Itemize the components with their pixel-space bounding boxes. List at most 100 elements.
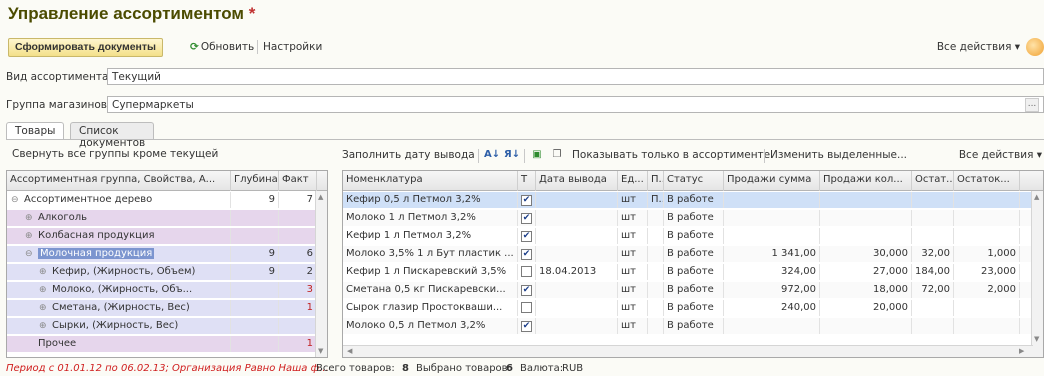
tree-row[interactable]: ⊕ Алкоголь [7, 210, 317, 226]
grid-all-actions-menu[interactable]: Все действия ▾ [959, 149, 1042, 161]
goods-cell-rest2[interactable] [954, 300, 1020, 316]
in-assortment-checkbox[interactable]: ✔ [521, 213, 532, 224]
goods-cell-rest1[interactable]: 184,00 [912, 264, 954, 280]
goods-row[interactable]: Молоко 3,5% 1 л Бут пластик ... ✔ шт В рабо… [343, 246, 1033, 262]
tree-row[interactable]: ⊕ Молоко, (Жирность, Объ... 3 [7, 282, 317, 298]
only-assortment-toggle[interactable]: Показывать только в ассортименте [572, 149, 770, 161]
period-info[interactable]: Период с 01.01.12 по 06.02.13; Организац… [6, 363, 329, 374]
goods-cell-name[interactable]: Молоко 3,5% 1 л Бут пластик ... [343, 246, 518, 262]
sort-asc-icon[interactable]: A↓ [484, 148, 500, 162]
tree-row[interactable]: ⊕ Сырки, (Жирность, Вес) [7, 318, 317, 334]
goods-cell-date[interactable] [536, 300, 618, 316]
goods-cell-sales-sum[interactable] [724, 228, 820, 244]
goods-row[interactable]: Сметана 0,5 кг Пискаревски... ✔ шт В работе… [343, 282, 1033, 298]
in-assortment-checkbox[interactable]: ✔ [521, 321, 532, 332]
goods-cell-rest1[interactable] [912, 318, 954, 334]
goods-col-header[interactable]: П... [648, 171, 664, 191]
in-assortment-checkbox[interactable] [521, 302, 532, 313]
in-assortment-checkbox[interactable] [521, 266, 532, 277]
expand-node-icon[interactable]: ⊕ [25, 231, 35, 241]
tree-row[interactable]: ⊕ Сметана, (Жирность, Вес) 1 [7, 300, 317, 316]
goods-cell-status[interactable]: В работе [664, 300, 724, 316]
goods-cell-sales-sum[interactable]: 1 341,00 [724, 246, 820, 262]
goods-cell-rest1[interactable]: 72,00 [912, 282, 954, 298]
goods-row[interactable]: Кефир 1 л Пискаревский 3,5% 18.04.2013 шт В… [343, 264, 1033, 280]
scroll-left-icon[interactable]: ◀ [347, 347, 352, 355]
expand-node-icon[interactable]: ⊕ [39, 303, 49, 313]
goods-cell-p[interactable] [648, 228, 664, 244]
goods-col-header[interactable]: Ед... [618, 171, 648, 191]
in-assortment-checkbox[interactable]: ✔ [521, 195, 532, 206]
goods-cell-unit[interactable]: шт [618, 210, 648, 226]
collapse-node-icon[interactable]: ⊖ [11, 195, 21, 205]
goods-cell-p[interactable] [648, 210, 664, 226]
goods-cell-p[interactable]: П... [648, 192, 664, 208]
goods-cell-name[interactable]: Кефир 1 л Петмол 3,2% [343, 228, 518, 244]
goods-cell-status[interactable]: В работе [664, 318, 724, 334]
goods-cell-name[interactable]: Кефир 0,5 л Петмол 3,2% [343, 192, 518, 208]
goods-cell-name[interactable]: Кефир 1 л Пискаревский 3,5% [343, 264, 518, 280]
tree-row[interactable]: Прочее 1 [7, 336, 317, 352]
goods-row[interactable]: Молоко 0,5 л Петмол 3,2% ✔ шт В работе [343, 318, 1033, 334]
goods-cell-status[interactable]: В работе [664, 192, 724, 208]
goods-cell-unit[interactable]: шт [618, 264, 648, 280]
goods-cell-rest1[interactable] [912, 300, 954, 316]
expand-node-icon[interactable]: ⊕ [39, 321, 49, 331]
goods-cell-sales-qty[interactable] [820, 192, 912, 208]
goods-col-header[interactable]: Продажи кол... [820, 171, 912, 191]
settings-button[interactable]: Настройки [263, 41, 322, 53]
goods-cell-rest2[interactable] [954, 192, 1020, 208]
goods-cell-date[interactable] [536, 210, 618, 226]
sort-desc-icon[interactable]: Я↓ [504, 148, 520, 162]
scroll-up-icon[interactable]: ▲ [318, 193, 323, 201]
goods-cell-name[interactable]: Молоко 0,5 л Петмол 3,2% [343, 318, 518, 334]
goods-cell-sales-qty[interactable]: 20,000 [820, 300, 912, 316]
tab-goods[interactable]: Товары [6, 122, 65, 140]
goods-cell-date[interactable] [536, 228, 618, 244]
tree-row[interactable]: ⊖ Молочная продукция 9 6 [7, 246, 317, 262]
goods-cell-sales-qty[interactable] [820, 210, 912, 226]
goods-cell-unit[interactable]: шт [618, 318, 648, 334]
goods-col-header[interactable]: Продажи сумма [724, 171, 820, 191]
goods-cell-rest1[interactable]: 32,00 [912, 246, 954, 262]
goods-row[interactable]: Молоко 1 л Петмол 3,2% ✔ шт В работе [343, 210, 1033, 226]
goods-cell-sales-qty[interactable]: 18,000 [820, 282, 912, 298]
goods-cell-rest2[interactable] [954, 210, 1020, 226]
goods-cell-rest2[interactable] [954, 228, 1020, 244]
col-fact[interactable]: Факт [279, 171, 317, 191]
goods-cell-rest2[interactable]: 1,000 [954, 246, 1020, 262]
goods-cell-rest1[interactable] [912, 210, 954, 226]
goods-row[interactable]: Кефир 0,5 л Петмол 3,2%✔ штП...В работе [343, 192, 1033, 208]
tree-view-icon[interactable]: ▣ [530, 148, 544, 162]
goods-cell-p[interactable] [648, 246, 664, 262]
goods-cell-sales-sum[interactable] [724, 192, 820, 208]
goods-cell-p[interactable] [648, 318, 664, 334]
tree-row[interactable]: ⊖ Ассортиментное дерево 9 7 [7, 192, 317, 208]
goods-col-header[interactable]: Остаток... [954, 171, 1020, 191]
tree-vscroll[interactable]: ▲ ▼ [315, 191, 327, 357]
scroll-right-icon[interactable]: ▶ [1019, 347, 1024, 355]
goods-cell-rest2[interactable]: 2,000 [954, 282, 1020, 298]
goods-cell-sales-qty[interactable] [820, 318, 912, 334]
goods-row[interactable]: Кефир 1 л Петмол 3,2% ✔ шт В работе [343, 228, 1033, 244]
goods-col-header[interactable]: Дата вывода [536, 171, 618, 191]
tree-row[interactable]: ⊕ Кефир, (Жирность, Объем) 9 2 [7, 264, 317, 280]
goods-cell-rest2[interactable]: 23,000 [954, 264, 1020, 280]
help-icon[interactable] [1026, 38, 1044, 56]
goods-cell-unit[interactable]: шт [618, 192, 648, 208]
col-depth[interactable]: Глубина [231, 171, 279, 191]
expand-node-icon[interactable]: ⊕ [39, 267, 49, 277]
goods-cell-date[interactable] [536, 192, 618, 208]
goods-cell-name[interactable]: Сметана 0,5 кг Пискаревски... [343, 282, 518, 298]
in-assortment-checkbox[interactable]: ✔ [521, 249, 532, 260]
goods-cell-p[interactable] [648, 264, 664, 280]
fill-date-button[interactable]: Заполнить дату вывода [342, 149, 475, 161]
tree-row[interactable]: ⊕ Колбасная продукция [7, 228, 317, 244]
scroll-down-icon[interactable]: ▼ [318, 347, 323, 355]
goods-col-header[interactable]: Остат... [912, 171, 954, 191]
goods-cell-p[interactable] [648, 282, 664, 298]
goods-cell-status[interactable]: В работе [664, 282, 724, 298]
goods-cell-unit[interactable]: шт [618, 300, 648, 316]
goods-cell-sales-sum[interactable]: 240,00 [724, 300, 820, 316]
collapse-node-icon[interactable]: ⊖ [25, 249, 35, 259]
